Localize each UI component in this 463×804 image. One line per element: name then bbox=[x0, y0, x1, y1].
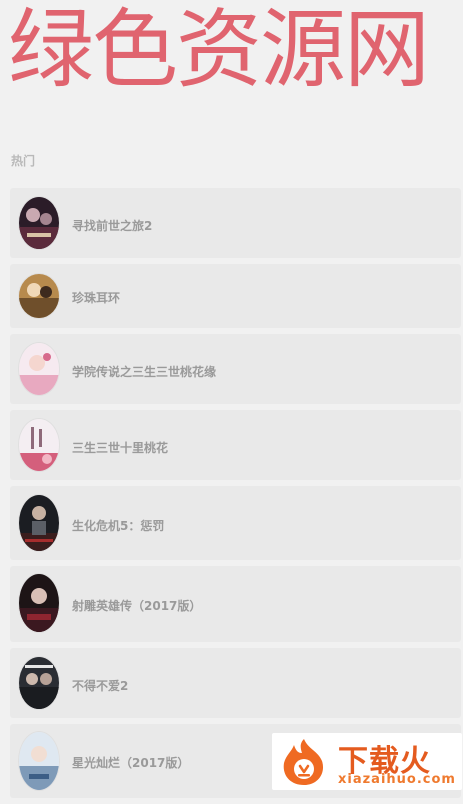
item-title: 学院传说之三生三世桃花缘 bbox=[72, 365, 217, 379]
poster-thumbnail bbox=[19, 197, 59, 249]
item-title: 生化危机5：惩罚 bbox=[72, 519, 165, 533]
item-title: 寻找前世之旅2 bbox=[72, 219, 153, 233]
list-item[interactable]: 学院传说之三生三世桃花缘 bbox=[10, 334, 461, 404]
watermark-subtitle: xiazaihuo.com bbox=[338, 772, 456, 787]
item-title: 星光灿烂（2017版） bbox=[72, 756, 190, 770]
watermark-badge: 下载火 xiazaihuo.com bbox=[272, 733, 462, 790]
section-label-hot: 热门 bbox=[11, 154, 36, 168]
item-title: 三生三世十里桃花 bbox=[72, 441, 169, 455]
list-item[interactable]: 三生三世十里桃花 bbox=[10, 410, 461, 480]
poster-thumbnail bbox=[19, 343, 59, 395]
list-item[interactable]: 射雕英雄传（2017版） bbox=[10, 566, 461, 642]
poster-thumbnail bbox=[19, 495, 59, 551]
poster-thumbnail bbox=[19, 657, 59, 709]
poster-thumbnail bbox=[19, 419, 59, 471]
flame-logo-icon bbox=[283, 739, 324, 785]
header-banner: 绿色资源网 bbox=[0, 0, 463, 100]
list-item[interactable]: 寻找前世之旅2 bbox=[10, 188, 461, 258]
item-title: 珍珠耳环 bbox=[72, 291, 121, 305]
poster-thumbnail bbox=[19, 274, 59, 318]
poster-thumbnail bbox=[19, 732, 59, 790]
hot-list: 寻找前世之旅2 珍珠耳环 学院传说之三生三世桃花缘 三生三世十里桃花 生化危机5… bbox=[10, 188, 461, 804]
item-title: 不得不爱2 bbox=[72, 679, 129, 693]
list-item[interactable]: 珍珠耳环 bbox=[10, 264, 461, 328]
banner-title: 绿色资源网 bbox=[8, 0, 430, 100]
poster-thumbnail bbox=[19, 574, 59, 632]
list-item[interactable]: 生化危机5：惩罚 bbox=[10, 486, 461, 560]
item-title: 射雕英雄传（2017版） bbox=[72, 599, 202, 613]
list-item[interactable]: 不得不爱2 bbox=[10, 648, 461, 718]
